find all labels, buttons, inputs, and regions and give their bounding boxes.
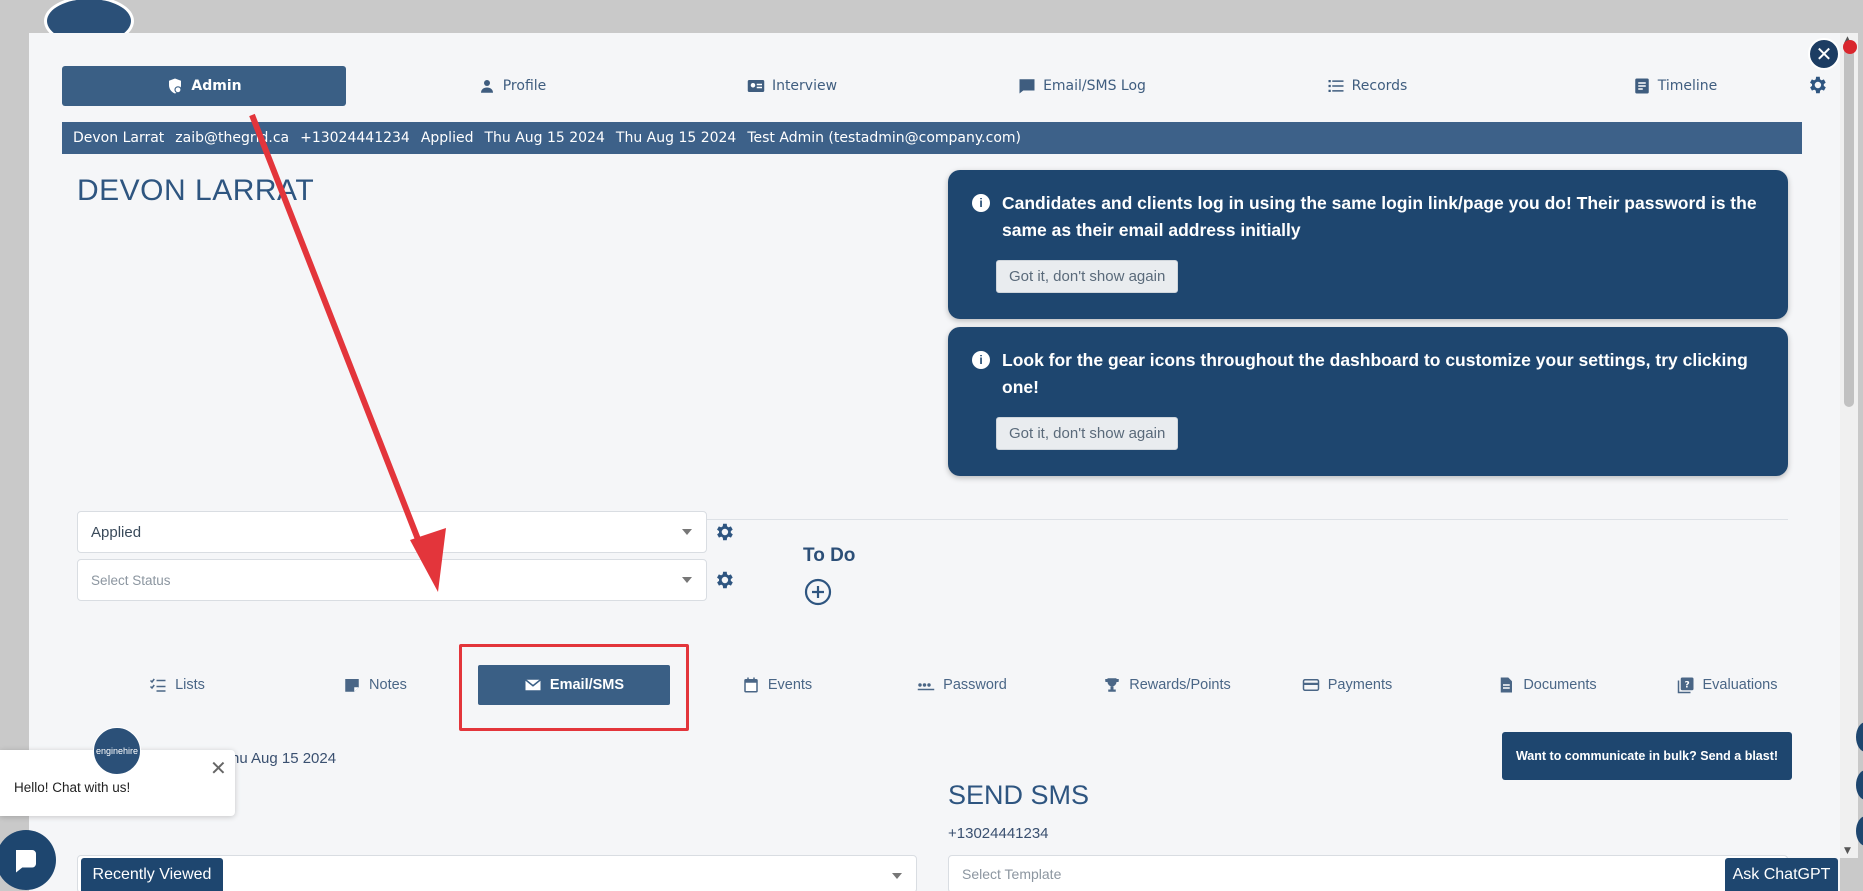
sms-template-placeholder: Select Template	[962, 866, 1062, 882]
gear-icon[interactable]	[713, 521, 735, 543]
tab-lists-label: Lists	[175, 677, 205, 693]
document-icon	[1633, 77, 1651, 95]
nav-email-sms-log-label: Email/SMS Log	[1043, 78, 1146, 94]
tab-payments[interactable]: Payments	[1287, 665, 1407, 705]
nav-email-sms-log[interactable]: Email/SMS Log	[992, 66, 1172, 106]
info-admin: Test Admin (testadmin@company.com)	[747, 130, 1021, 146]
nav-records-label: Records	[1351, 78, 1408, 94]
nav-interview[interactable]: Interview	[722, 66, 862, 106]
chat-avatar: enginehire	[93, 727, 141, 775]
close-icon[interactable]: ✕	[210, 756, 227, 780]
chat-avatar-text: enginehire	[95, 746, 139, 756]
person-icon	[478, 77, 496, 95]
close-icon: ✕	[1815, 42, 1833, 66]
chat-icon	[16, 850, 36, 873]
gear-icon[interactable]	[1806, 74, 1828, 96]
nav-timeline[interactable]: Timeline	[1610, 66, 1740, 106]
tab-notes-label: Notes	[369, 677, 407, 693]
tab-rewards-points[interactable]: Rewards/Points	[1077, 665, 1257, 705]
sms-phone: +13024441234	[948, 825, 1049, 842]
dismiss-tip-button[interactable]: Got it, don't show again	[996, 260, 1179, 293]
chevron-down-icon	[682, 529, 692, 535]
file-icon	[1501, 677, 1513, 693]
credit-card-icon	[1302, 679, 1319, 691]
tab-events[interactable]: Events	[717, 665, 837, 705]
send-sms-title: SEND SMS	[948, 780, 1090, 810]
tab-documents-label: Documents	[1523, 677, 1597, 693]
send-blast-button[interactable]: Want to communicate in bulk? Send a blas…	[1502, 732, 1792, 780]
tip-text: Look for the gear icons throughout the d…	[1002, 350, 1748, 397]
substatus-select[interactable]: Select Status	[77, 559, 707, 601]
svg-text:?: ?	[1684, 680, 1689, 690]
nav-interview-label: Interview	[771, 78, 838, 94]
top-nav: Admin Profile Interview Email/SMS Log Re…	[62, 66, 1826, 106]
tab-notes[interactable]: Notes	[315, 665, 435, 705]
add-todo-icon[interactable]	[804, 578, 832, 606]
question-book-icon: ?	[1677, 677, 1694, 694]
chevron-down-icon	[682, 577, 692, 583]
notification-dot	[1843, 40, 1857, 54]
tip-card: i Candidates and clients log in using th…	[948, 170, 1788, 319]
tab-email-sms[interactable]: Email/SMS	[478, 665, 670, 705]
info-email: zaib@thegrid.ca	[175, 130, 290, 146]
todo-title: To Do	[803, 545, 856, 566]
scroll-down-icon[interactable]: ▼	[1844, 846, 1851, 856]
info-phone: +13024441234	[300, 130, 410, 146]
substatus-select-placeholder: Select Status	[91, 572, 171, 588]
nav-admin[interactable]: Admin	[62, 66, 346, 106]
checklist-icon	[150, 678, 166, 692]
nav-profile-label: Profile	[502, 78, 547, 94]
shield-user-icon	[166, 77, 184, 95]
tab-email-sms-label: Email/SMS	[549, 677, 625, 693]
page-title: DEVON LARRAT	[77, 174, 315, 207]
info-date-updated: Thu Aug 15 2024	[615, 130, 737, 146]
chevron-down-icon	[892, 873, 902, 879]
tab-password-label: Password	[943, 677, 1007, 693]
close-modal-button[interactable]: ✕	[1808, 38, 1840, 70]
tab-lists[interactable]: Lists	[117, 665, 237, 705]
status-select-value: Applied	[91, 523, 142, 541]
tab-documents[interactable]: Documents	[1482, 665, 1612, 705]
tab-events-label: Events	[767, 677, 813, 693]
candidate-modal: Admin Profile Interview Email/SMS Log Re…	[29, 33, 1840, 891]
ask-chatgpt-button[interactable]: Ask ChatGPT	[1725, 858, 1838, 891]
info-icon: i	[972, 194, 990, 212]
info-icon: i	[972, 351, 990, 369]
info-status: Applied	[420, 130, 474, 146]
nav-timeline-label: Timeline	[1657, 78, 1718, 94]
list-icon	[1327, 77, 1345, 95]
nav-admin-label: Admin	[191, 78, 242, 94]
tab-rewards-points-label: Rewards/Points	[1129, 677, 1231, 693]
nav-profile[interactable]: Profile	[452, 66, 572, 106]
tab-evaluations-label: Evaluations	[1702, 677, 1778, 693]
candidate-info-bar: Devon Larrat zaib@thegrid.ca +1302444123…	[62, 122, 1802, 154]
envelope-icon	[524, 679, 541, 691]
scrollbar-thumb[interactable]	[1844, 47, 1854, 407]
password-dots-icon	[917, 683, 935, 691]
nav-records[interactable]: Records	[1302, 66, 1432, 106]
tab-evaluations[interactable]: ? Evaluations	[1657, 665, 1797, 705]
calendar-icon	[744, 677, 758, 693]
tab-password[interactable]: Password	[897, 665, 1027, 705]
gear-icon[interactable]	[713, 569, 735, 591]
recently-viewed-button[interactable]: Recently Viewed	[81, 858, 223, 891]
detail-tabs: Lists Notes Email/SMS Events Password Re…	[77, 665, 1788, 705]
id-card-icon	[747, 77, 765, 95]
chat-greeting-text: Hello! Chat with us!	[14, 780, 131, 795]
chat-icon	[1018, 77, 1036, 95]
info-name: Devon Larrat	[73, 130, 165, 146]
sms-template-select[interactable]: Select Template	[948, 855, 1788, 891]
info-date-applied: Thu Aug 15 2024	[484, 130, 605, 146]
trophy-icon	[1105, 678, 1119, 692]
tip-card: i Look for the gear icons throughout the…	[948, 327, 1788, 476]
note-icon	[345, 679, 359, 692]
status-select[interactable]: Applied	[77, 511, 707, 553]
tab-payments-label: Payments	[1327, 677, 1393, 693]
dismiss-tip-button[interactable]: Got it, don't show again	[996, 417, 1179, 450]
tip-text: Candidates and clients log in using the …	[1002, 193, 1757, 240]
